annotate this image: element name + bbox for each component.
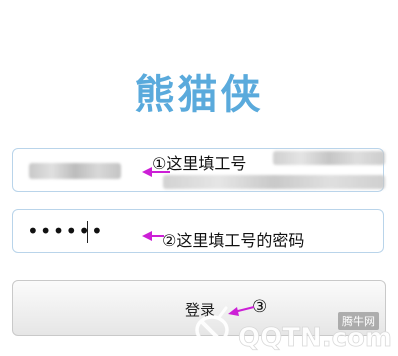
text-caret — [87, 221, 88, 243]
password-annotation: ②这里填工号的密码 — [162, 231, 305, 250]
username-value-blurred — [29, 163, 121, 179]
watermark-badge: 腾牛网 — [338, 312, 379, 330]
username-overlay-blurred — [273, 151, 385, 165]
login-button-label: 登录 — [185, 301, 216, 319]
username-overlay-blurred-2 — [163, 175, 385, 189]
username-annotation: ①这里填工号 — [152, 154, 247, 173]
login-button[interactable]: 登录 — [12, 280, 386, 336]
app-title: 熊猫侠 — [134, 72, 264, 118]
password-value: •••••• — [27, 219, 104, 243]
annotation-arrow-3 — [228, 306, 255, 316]
